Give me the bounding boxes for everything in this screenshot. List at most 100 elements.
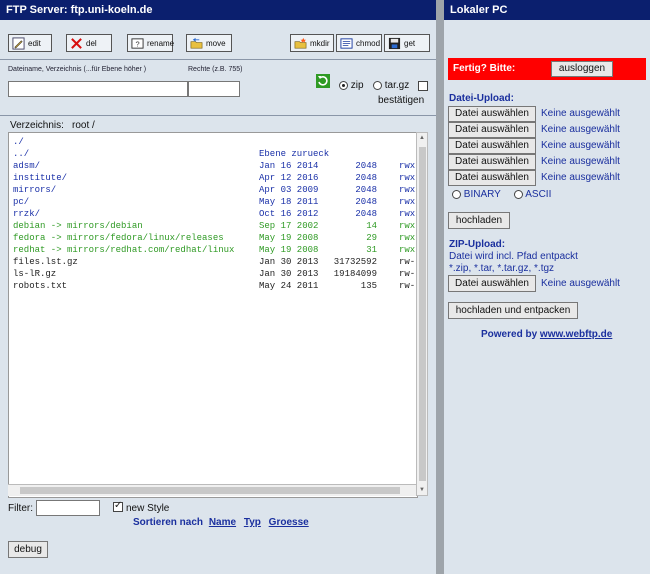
choose-file-button[interactable]: Datei auswählen — [448, 122, 536, 138]
upload-unpack-button[interactable]: hochladen und entpacken — [448, 302, 578, 319]
file-size: 31 — [366, 245, 377, 255]
ascii-radio[interactable] — [514, 189, 523, 199]
file-date: Jan 30 2013 — [259, 257, 319, 267]
file-list-row[interactable]: rrzk/Oct 16 2012 2048 rwx — [13, 208, 417, 220]
scroll-down-icon[interactable]: ▼ — [419, 487, 425, 493]
file-name: adsm/ — [13, 161, 41, 171]
file-date: Ebene zurueck — [259, 149, 330, 159]
file-list-row[interactable]: robots.txt May 24 2011 135 rw- — [13, 280, 417, 292]
file-permissions: rwx — [399, 233, 416, 243]
file-name: files.lst.gz — [13, 257, 78, 267]
panel-separator[interactable] — [436, 0, 444, 574]
file-list-row[interactable]: ./ — [13, 136, 417, 148]
file-list-row[interactable]: fedora -> mirrors/fedora/linux/releases M… — [13, 232, 417, 244]
ftp-server-title: FTP Server: ftp.uni-koeln.de — [0, 0, 436, 20]
file-date: May 24 2011 — [259, 281, 319, 291]
divider — [0, 59, 436, 60]
file-date: Apr 12 2016 — [259, 173, 319, 183]
file-status: Keine ausgewählt — [541, 124, 620, 135]
file-size: 2048 — [355, 209, 377, 219]
targz-radio-group[interactable]: tar.gz — [373, 80, 409, 91]
file-status: Keine ausgewählt — [541, 172, 620, 183]
zip-choose-file-button[interactable]: Datei auswählen — [448, 275, 536, 292]
logout-button[interactable]: ausloggen — [551, 61, 613, 77]
file-name: ./ — [13, 137, 24, 147]
file-date: May 19 2008 — [259, 245, 319, 255]
file-status: Keine ausgewählt — [541, 108, 620, 119]
file-permissions: rw- — [399, 257, 416, 267]
file-list[interactable]: ./ ../ Ebene zurueck adsm/Jan 16 2014 2048 rw… — [8, 132, 418, 498]
choose-file-button[interactable]: Datei auswählen — [448, 106, 536, 122]
scroll-thumb[interactable] — [419, 147, 426, 481]
horizontal-scrollbar[interactable] — [8, 484, 416, 496]
file-list-row[interactable]: institute/Apr 12 2016 2048 rwx — [13, 172, 417, 184]
zip-radio[interactable] — [339, 80, 348, 90]
edit-button[interactable]: edit — [8, 34, 52, 52]
directory-path: root / — [72, 120, 95, 131]
file-date: Apr 03 2009 — [259, 185, 319, 195]
file-list-row[interactable]: ls-lR.gz Jan 30 2013 19184099 rw- — [13, 268, 417, 280]
rights-label: Rechte (z.B. 755) — [188, 66, 243, 73]
rename-button[interactable]: ? rename — [127, 34, 174, 52]
file-date: Sep 17 2002 — [259, 221, 319, 231]
zip-file-status: Keine ausgewählt — [541, 278, 620, 289]
binary-radio[interactable] — [452, 189, 461, 199]
mkdir-button[interactable]: mkdir — [290, 34, 334, 52]
ascii-radio-group[interactable]: ASCII — [514, 189, 551, 200]
file-list-row[interactable]: debian -> mirrors/debian Sep 17 2002 14 rwx — [13, 220, 417, 232]
new-folder-icon — [294, 37, 307, 48]
choose-file-button[interactable]: Datei auswählen — [448, 170, 536, 186]
refresh-icon[interactable] — [316, 74, 330, 88]
file-name: mirrors/ — [13, 185, 57, 195]
move-button[interactable]: move — [186, 34, 232, 52]
file-permissions: rwx — [399, 185, 416, 195]
rename-icon: ? — [131, 37, 144, 49]
filter-input[interactable] — [36, 500, 100, 516]
file-permissions: rw- — [399, 281, 416, 291]
file-date: May 18 2011 — [259, 197, 319, 207]
file-size: 14 — [366, 221, 377, 231]
chmod-button[interactable]: chmod — [336, 34, 382, 52]
filename-input[interactable] — [8, 81, 188, 97]
zip-radio-group[interactable]: zip — [339, 80, 364, 91]
sort-name-link[interactable]: Name — [209, 517, 236, 528]
zip-upload-heading: ZIP-Upload: — [449, 239, 506, 250]
confirm-checkbox[interactable] — [418, 81, 428, 91]
rights-input[interactable] — [188, 81, 240, 97]
get-button[interactable]: get — [384, 34, 430, 52]
sort-size-link[interactable]: Groesse — [269, 517, 309, 528]
zip-types: *.zip, *.tar, *.tar.gz, *.tgz — [449, 263, 555, 274]
file-permissions: rwx — [399, 221, 416, 231]
file-list-row[interactable]: pc/May 18 2011 2048 rwx — [13, 196, 417, 208]
file-list-row[interactable]: adsm/Jan 16 2014 2048 rwx — [13, 160, 417, 172]
file-permissions: rw- — [399, 269, 416, 279]
file-list-row[interactable]: mirrors/Apr 03 2009 2048 rwx — [13, 184, 417, 196]
file-list-row[interactable]: files.lst.gz Jan 30 2013 31732592 rw- — [13, 256, 417, 268]
choose-file-button[interactable]: Datei auswählen — [448, 154, 536, 170]
binary-radio-group[interactable]: BINARY — [452, 189, 501, 200]
scroll-up-icon[interactable]: ▲ — [419, 135, 425, 141]
webftp-link[interactable]: www.webftp.de — [540, 329, 612, 340]
upload-button[interactable]: hochladen — [448, 212, 510, 229]
file-name: redhat -> mirrors/redhat.com/redhat/linu… — [13, 245, 235, 255]
file-name: ls-lR.gz — [13, 269, 57, 279]
delete-icon — [71, 37, 82, 49]
choose-file-button[interactable]: Datei auswählen — [448, 138, 536, 154]
file-size: 2048 — [355, 173, 377, 183]
confirm-label: bestätigen — [378, 95, 425, 106]
hscroll-thumb[interactable] — [20, 487, 400, 494]
file-size: 19184099 — [333, 269, 377, 279]
vertical-scrollbar[interactable]: ▲ ▼ — [416, 132, 428, 496]
debug-button[interactable]: debug — [8, 541, 48, 558]
sort-type-link[interactable]: Typ — [244, 517, 261, 528]
delete-button[interactable]: del — [66, 34, 112, 52]
filename-label: Dateiname, Verzeichnis (...für Ebene höh… — [8, 66, 147, 73]
file-date: Jan 30 2013 — [259, 269, 319, 279]
file-status: Keine ausgewählt — [541, 156, 620, 167]
targz-radio[interactable] — [373, 80, 382, 90]
file-permissions: rwx — [399, 245, 416, 255]
file-list-row[interactable]: redhat -> mirrors/redhat.com/redhat/linu… — [13, 244, 417, 256]
new-style-checkbox[interactable] — [113, 500, 123, 512]
file-list-row[interactable]: ../ Ebene zurueck — [13, 148, 417, 160]
done-label: Fertig? Bitte: — [453, 63, 516, 74]
